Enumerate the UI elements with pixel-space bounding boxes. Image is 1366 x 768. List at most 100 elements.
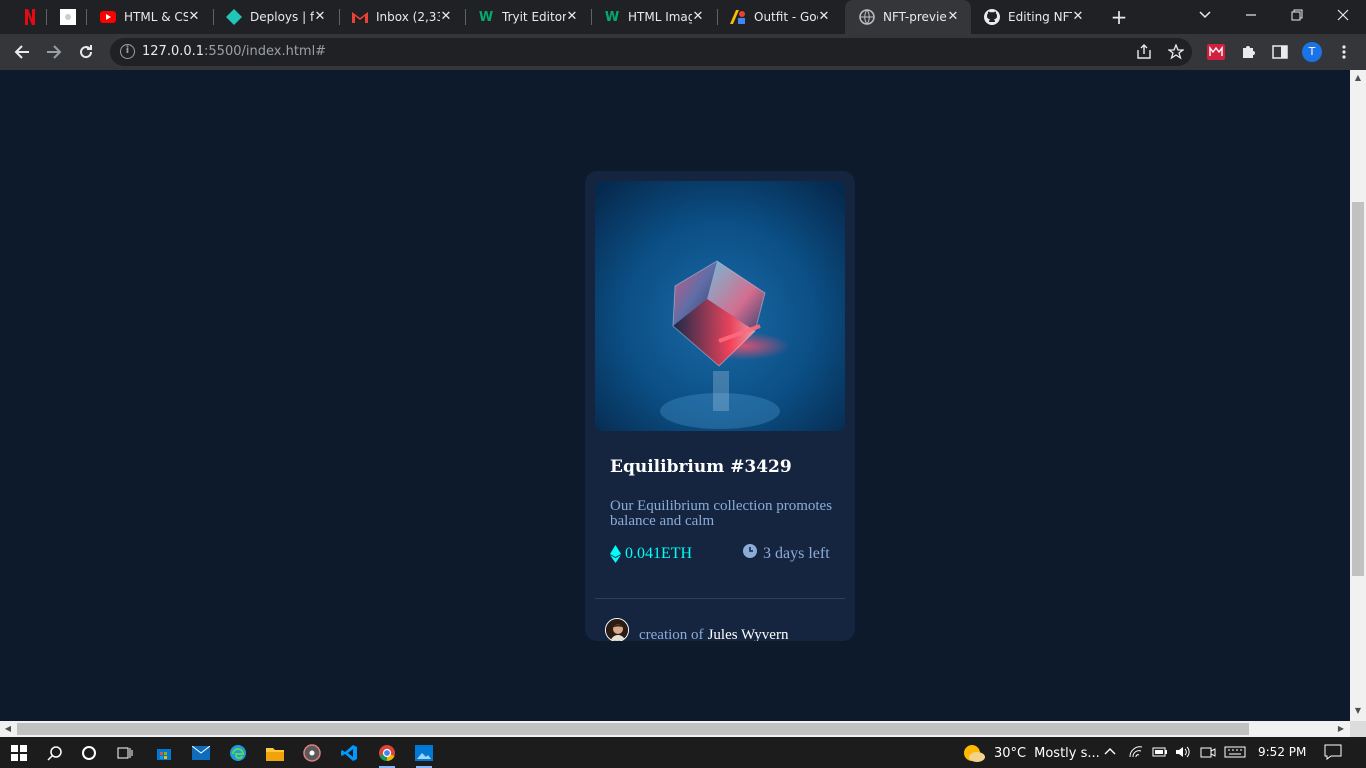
close-tab-icon[interactable]: ✕ bbox=[312, 9, 328, 25]
close-tab-icon[interactable]: ✕ bbox=[564, 9, 580, 25]
scroll-right-icon[interactable]: ▶ bbox=[1336, 724, 1346, 734]
meet-now-icon[interactable] bbox=[1200, 743, 1216, 762]
horizontal-scroll-thumb[interactable] bbox=[17, 723, 1249, 735]
github-icon bbox=[984, 9, 1000, 25]
nft-image[interactable] bbox=[595, 181, 845, 431]
close-tab-icon[interactable]: ✕ bbox=[816, 9, 832, 25]
url-text: 127.0.0.1:5500/index.html# bbox=[142, 44, 327, 59]
close-tab-icon[interactable]: ✕ bbox=[1070, 9, 1086, 25]
creator-name[interactable]: Jules Wyvern bbox=[708, 627, 789, 641]
price-row: 0.041ETH bbox=[610, 545, 692, 563]
tab-github[interactable]: Editing NFT ✕ bbox=[970, 0, 1096, 34]
system-clock[interactable]: 9:52 PM bbox=[1258, 745, 1306, 759]
tab-strip: HTML & CS ✕ Deploys | fa ✕ Inbox (2,33 ✕… bbox=[0, 0, 1366, 34]
photos-icon[interactable] bbox=[413, 742, 435, 768]
scroll-up-icon[interactable]: ▲ bbox=[1353, 73, 1363, 83]
mail-icon[interactable] bbox=[190, 742, 212, 764]
bookmark-star-icon[interactable] bbox=[1166, 42, 1186, 62]
google-fonts-icon bbox=[730, 9, 746, 25]
w3schools-icon: W bbox=[478, 9, 494, 25]
extension-red-icon[interactable] bbox=[1206, 42, 1226, 62]
ethereum-icon bbox=[610, 545, 621, 563]
media-app-icon[interactable] bbox=[301, 742, 323, 764]
weather-sun-cloud-icon bbox=[964, 745, 985, 762]
reload-button[interactable] bbox=[74, 40, 98, 64]
wifi-icon[interactable] bbox=[1128, 743, 1144, 762]
tab-netflix[interactable] bbox=[8, 0, 46, 34]
windows-taskbar: 30°C Mostly s... 9:52 PM bbox=[0, 737, 1366, 768]
card-title[interactable]: Equilibrium #3429 bbox=[610, 457, 792, 477]
keyboard-icon[interactable] bbox=[1224, 743, 1246, 762]
share-icon[interactable] bbox=[1134, 42, 1154, 62]
tab-title: HTML & CS bbox=[124, 10, 188, 24]
tab-nft-preview[interactable]: NFT-previe ✕ bbox=[845, 0, 971, 34]
chrome-menu-icon[interactable] bbox=[1334, 42, 1354, 62]
time-left: 3 days left bbox=[763, 545, 830, 562]
profile-avatar-button[interactable]: T bbox=[1302, 42, 1322, 62]
time-row: 3 days left bbox=[743, 544, 830, 563]
new-tab-button[interactable]: + bbox=[1108, 5, 1130, 29]
weather-text: Mostly s... bbox=[1034, 745, 1100, 761]
globe-icon bbox=[859, 9, 875, 25]
chrome-icon[interactable] bbox=[376, 742, 398, 768]
battery-icon[interactable] bbox=[1152, 743, 1168, 761]
tab-title: Inbox (2,33 bbox=[376, 10, 440, 24]
notifications-icon[interactable] bbox=[1324, 743, 1342, 763]
gmail-icon bbox=[352, 9, 368, 25]
tab-title: NFT-previe bbox=[883, 10, 947, 24]
creator-row: creation of Jules Wyvern bbox=[605, 615, 788, 641]
netlify-icon bbox=[226, 9, 242, 25]
address-bar[interactable]: i 127.0.0.1:5500/index.html# bbox=[110, 38, 1192, 66]
tab-pinned-page[interactable] bbox=[46, 0, 84, 34]
windows-start-icon[interactable] bbox=[8, 742, 30, 764]
w3schools-icon: W bbox=[604, 9, 620, 25]
scroll-left-icon[interactable]: ◀ bbox=[3, 724, 13, 734]
extensions-puzzle-icon[interactable] bbox=[1238, 42, 1258, 62]
nft-card: Equilibrium #3429 Our Equilibrium collec… bbox=[585, 171, 855, 641]
close-tab-icon[interactable]: ✕ bbox=[438, 9, 454, 25]
vertical-scroll-thumb[interactable] bbox=[1352, 202, 1364, 576]
tab-title: HTML Imag bbox=[628, 10, 692, 24]
back-button[interactable] bbox=[10, 40, 34, 64]
tab-google-fonts[interactable]: Outfit - Goo ✕ bbox=[716, 0, 842, 34]
card-description: Our Equilibrium collection promotes bala… bbox=[610, 498, 833, 529]
task-view-icon[interactable] bbox=[114, 742, 136, 764]
tab-netlify[interactable]: Deploys | fa ✕ bbox=[212, 0, 338, 34]
tab-title: Outfit - Goo bbox=[754, 10, 818, 24]
horizontal-scrollbar[interactable]: ◀ ▶ bbox=[0, 721, 1350, 737]
tab-youtube[interactable]: HTML & CS ✕ bbox=[86, 0, 212, 34]
tab-title: Tryit Editor bbox=[502, 10, 566, 24]
tab-tryit[interactable]: W Tryit Editor ✕ bbox=[464, 0, 590, 34]
minimize-button[interactable] bbox=[1228, 0, 1274, 30]
card-divider bbox=[595, 598, 845, 599]
close-tab-icon[interactable]: ✕ bbox=[690, 9, 706, 25]
forward-button[interactable] bbox=[42, 40, 66, 64]
file-explorer-icon[interactable] bbox=[264, 742, 286, 764]
vscode-icon[interactable] bbox=[338, 742, 360, 764]
scroll-down-icon[interactable]: ▼ bbox=[1353, 706, 1363, 716]
restore-button[interactable] bbox=[1274, 0, 1320, 30]
creator-prefix: creation of bbox=[639, 627, 704, 641]
weather-temp: 30°C bbox=[994, 745, 1027, 761]
creator-avatar bbox=[605, 617, 629, 641]
weather-widget[interactable]: 30°C Mostly s... bbox=[962, 743, 1100, 763]
search-icon[interactable] bbox=[44, 742, 66, 764]
cortana-icon[interactable] bbox=[78, 742, 100, 764]
store-icon[interactable] bbox=[153, 742, 175, 764]
close-tab-icon[interactable]: ✕ bbox=[186, 9, 202, 25]
vertical-scrollbar[interactable]: ▲ ▼ bbox=[1350, 70, 1366, 721]
edge-icon[interactable] bbox=[227, 742, 249, 764]
side-panel-icon[interactable] bbox=[1270, 42, 1290, 62]
volume-icon[interactable] bbox=[1175, 743, 1191, 762]
tab-title: Deploys | fa bbox=[250, 10, 314, 24]
netflix-icon bbox=[22, 9, 38, 25]
close-tab-icon[interactable]: ✕ bbox=[945, 9, 961, 25]
site-info-icon[interactable]: i bbox=[120, 44, 135, 59]
tab-html-image[interactable]: W HTML Imag ✕ bbox=[590, 0, 716, 34]
tab-search-button[interactable] bbox=[1182, 0, 1228, 30]
tab-gmail[interactable]: Inbox (2,33 ✕ bbox=[338, 0, 464, 34]
close-window-button[interactable] bbox=[1320, 0, 1366, 30]
tab-title: Editing NFT bbox=[1008, 10, 1072, 24]
clock-icon bbox=[743, 544, 757, 558]
show-hidden-icons-chevron[interactable] bbox=[1104, 743, 1116, 759]
